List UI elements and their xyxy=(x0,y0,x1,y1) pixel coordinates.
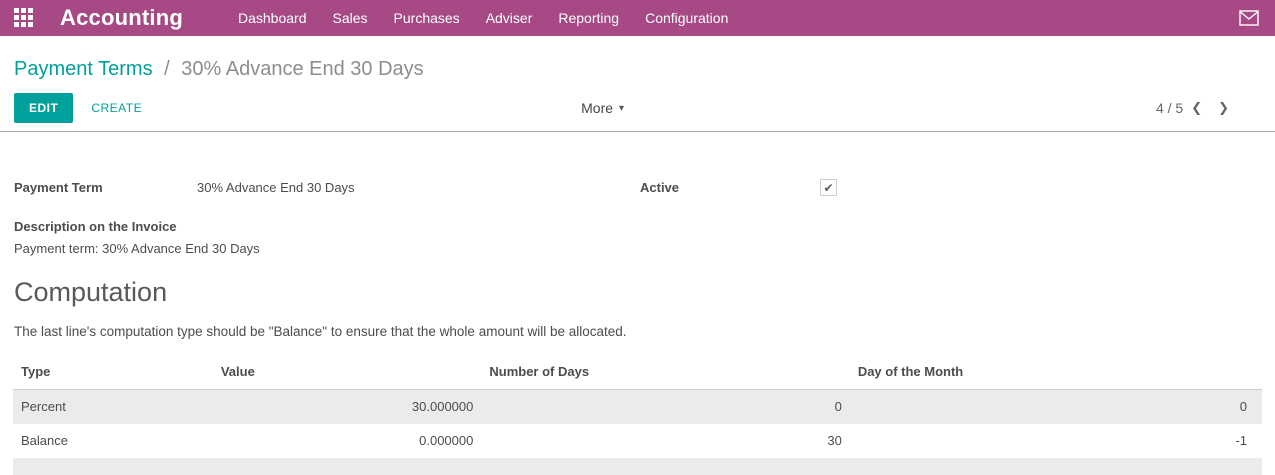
control-panel: Payment Terms / 30% Advance End 30 Days … xyxy=(0,36,1275,129)
breadcrumb-separator: / xyxy=(164,58,170,80)
column-header-day-of-the-month[interactable]: Day of the Month xyxy=(850,358,1262,390)
nav-item-purchases[interactable]: Purchases xyxy=(381,1,473,35)
nav-item-sales[interactable]: Sales xyxy=(320,1,381,35)
computation-table: Type Value Number of Days Day of the Mon… xyxy=(13,358,1262,458)
apps-grid-icon[interactable] xyxy=(14,8,35,29)
messages-envelope-icon[interactable] xyxy=(1239,9,1261,27)
active-checkbox[interactable]: ✔ xyxy=(820,179,837,196)
nav-item-dashboard[interactable]: Dashboard xyxy=(225,1,320,35)
pager-next-button[interactable]: ❯ xyxy=(1210,98,1237,118)
chevron-right-icon: ❯ xyxy=(1218,100,1229,115)
cell-day-of-the-month: -1 xyxy=(850,424,1262,458)
pager-previous-button[interactable]: ❮ xyxy=(1183,98,1210,118)
nav-item-configuration[interactable]: Configuration xyxy=(632,1,741,35)
breadcrumb: Payment Terms / 30% Advance End 30 Days xyxy=(14,36,1275,87)
breadcrumb-payment-terms-link[interactable]: Payment Terms xyxy=(14,58,153,80)
column-header-number-of-days[interactable]: Number of Days xyxy=(481,358,849,390)
table-header-row: Type Value Number of Days Day of the Mon… xyxy=(13,358,1262,390)
checkmark-icon: ✔ xyxy=(823,182,833,194)
cell-value: 30.000000 xyxy=(213,390,482,424)
more-dropdown[interactable]: More ▾ xyxy=(581,100,624,116)
description-value: Payment term: 30% Advance End 30 Days xyxy=(14,241,1261,256)
table-row-balance[interactable]: Balance 0.000000 30 -1 xyxy=(13,424,1262,458)
navbar-menu: Dashboard Sales Purchases Adviser Report… xyxy=(225,1,741,35)
payment-term-label: Payment Term xyxy=(14,180,197,195)
table-row-percent[interactable]: Percent 30.000000 0 0 xyxy=(13,390,1262,424)
pager: 4 / 5 ❮ ❯ xyxy=(1156,98,1237,118)
nav-item-reporting[interactable]: Reporting xyxy=(545,1,632,35)
cell-number-of-days: 30 xyxy=(481,424,849,458)
breadcrumb-current: 30% Advance End 30 Days xyxy=(181,58,423,80)
chevron-left-icon: ❮ xyxy=(1191,100,1202,115)
cell-type: Percent xyxy=(13,390,213,424)
column-header-type[interactable]: Type xyxy=(13,358,213,390)
more-dropdown-label: More xyxy=(581,100,613,116)
table-empty-stripe xyxy=(13,458,1262,475)
computation-help-text: The last line's computation type should … xyxy=(14,324,1261,339)
nav-item-adviser[interactable]: Adviser xyxy=(473,1,546,35)
cell-type: Balance xyxy=(13,424,213,458)
description-label: Description on the Invoice xyxy=(14,219,1261,234)
active-label: Active xyxy=(640,180,820,195)
payment-term-value: 30% Advance End 30 Days xyxy=(197,180,355,195)
column-header-value[interactable]: Value xyxy=(213,358,482,390)
computation-heading: Computation xyxy=(14,277,1261,308)
brand-accounting[interactable]: Accounting xyxy=(60,5,183,31)
create-button[interactable]: CREATE xyxy=(77,93,156,123)
cell-value: 0.000000 xyxy=(213,424,482,458)
caret-down-icon: ▾ xyxy=(619,103,624,114)
cell-number-of-days: 0 xyxy=(481,390,849,424)
edit-button[interactable]: EDIT xyxy=(14,93,73,123)
form-sheet: Payment Term 30% Advance End 30 Days Act… xyxy=(0,132,1275,339)
top-navbar: Accounting Dashboard Sales Purchases Adv… xyxy=(0,0,1275,36)
cell-day-of-the-month: 0 xyxy=(850,390,1262,424)
pager-value[interactable]: 4 / 5 xyxy=(1156,100,1183,116)
